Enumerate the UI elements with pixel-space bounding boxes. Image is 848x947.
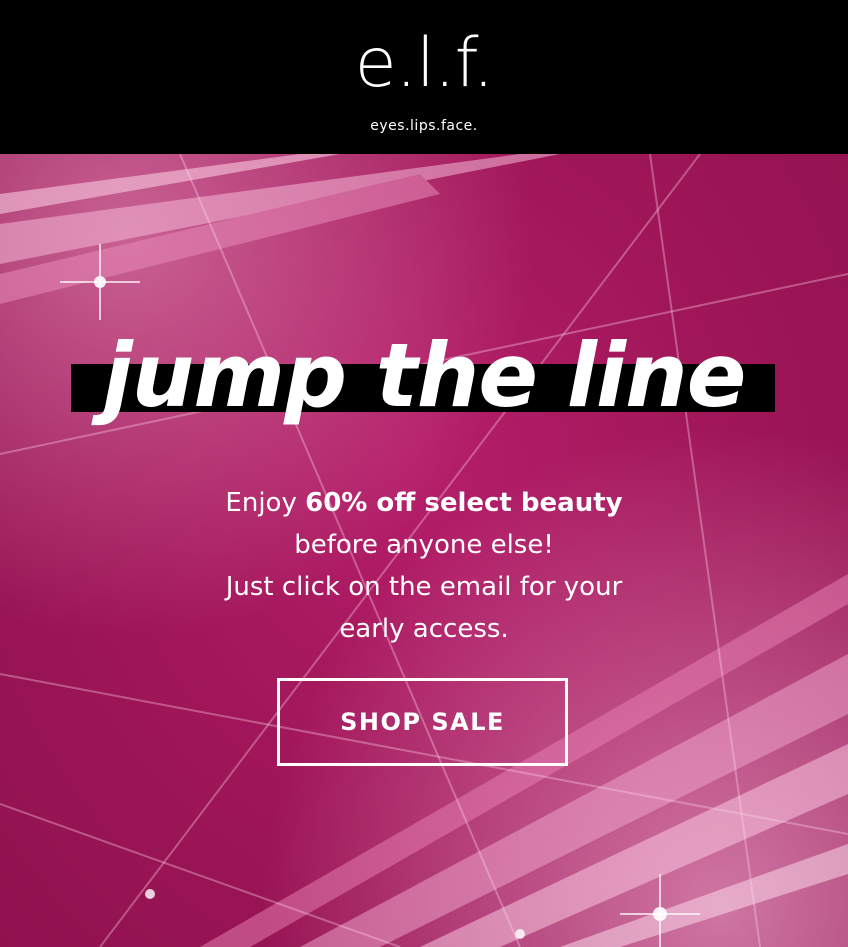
hero-banner: jump the line Enjoy 60% off select beaut… [0, 154, 848, 947]
logo-tagline: eyes.lips.face. [370, 118, 478, 134]
header: e.l.f. eyes.lips.face. [0, 0, 848, 154]
promo-copy: Enjoy 60% off select beauty before anyon… [0, 482, 848, 650]
promo-offer: 60% off select beauty [305, 488, 623, 518]
elf-logo[interactable]: e.l.f. eyes.lips.face. [0, 0, 848, 154]
shop-sale-button[interactable]: SHOP SALE [277, 678, 568, 766]
logo-wordmark: e.l.f. [354, 24, 495, 103]
promo-line-2: before anyone else! [294, 530, 554, 560]
promo-line-3: Just click on the email for your [225, 572, 623, 602]
promo-line-1-prefix: Enjoy [225, 488, 306, 518]
promo-line-4: early access. [339, 614, 509, 644]
promo-line-1: Enjoy 60% off select beauty [0, 482, 848, 524]
headline: jump the line [102, 324, 747, 427]
